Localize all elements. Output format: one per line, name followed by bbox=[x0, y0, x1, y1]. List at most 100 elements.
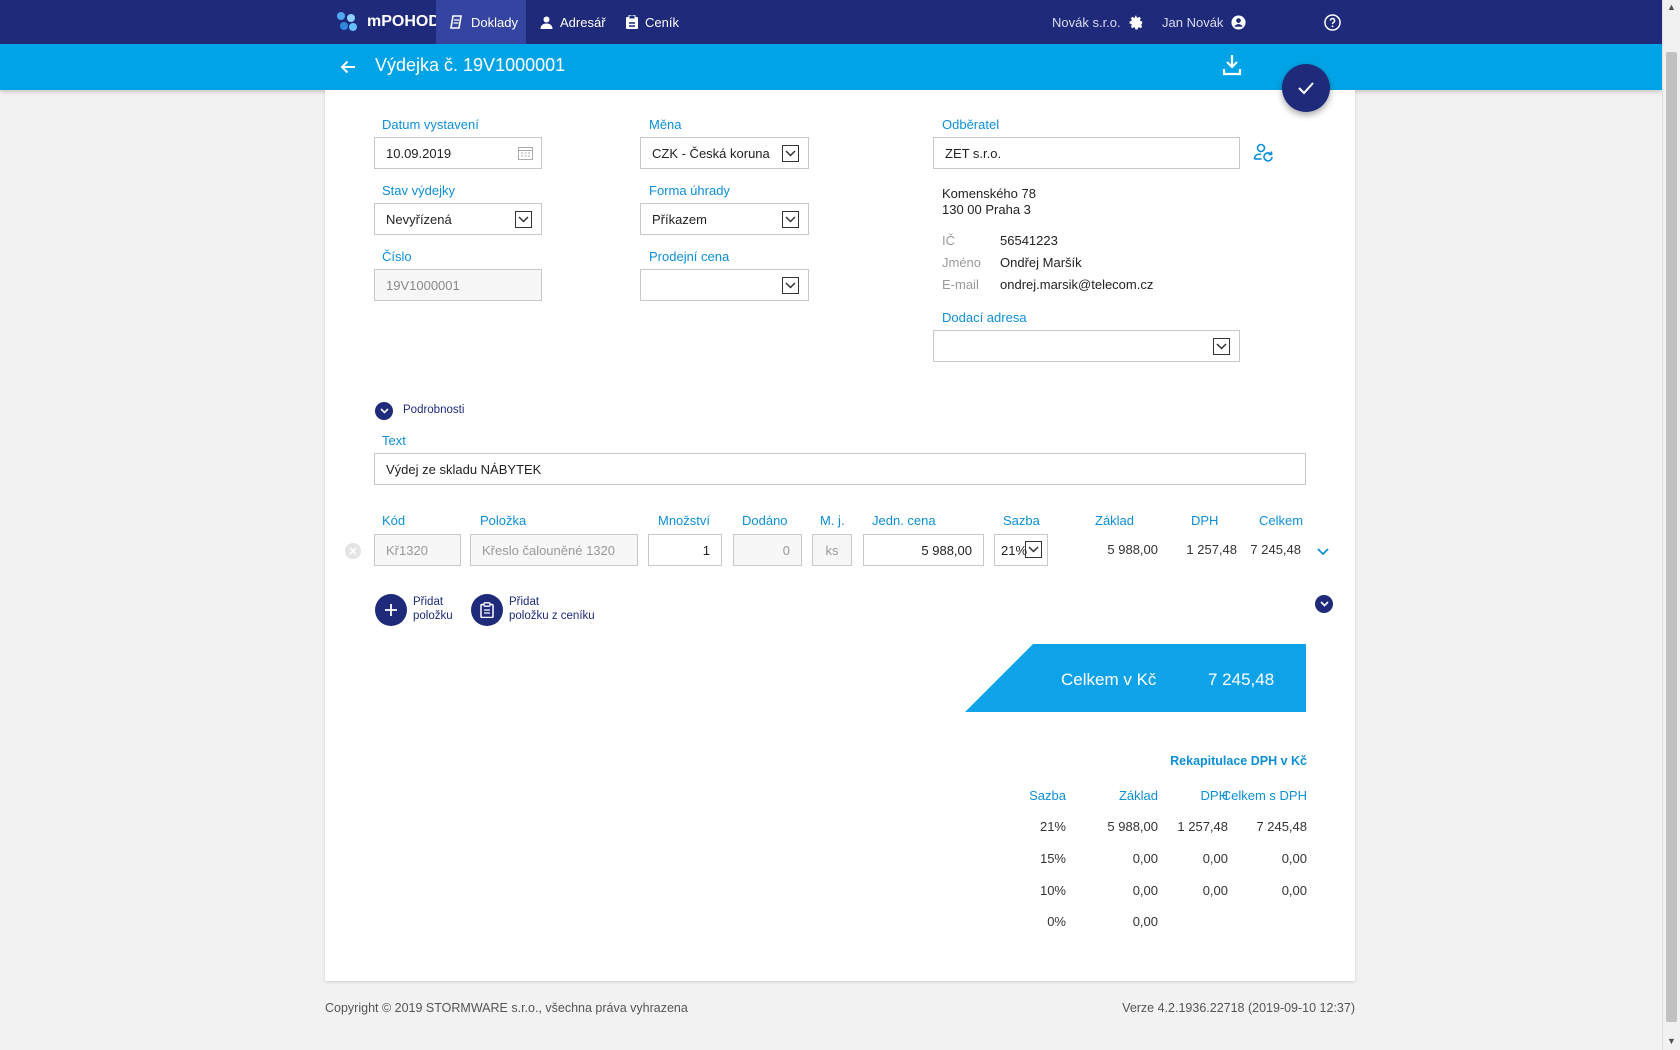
user-name: Jan Novák bbox=[1162, 14, 1224, 30]
mena-value: CZK - Česká koruna bbox=[652, 145, 770, 161]
stav-value: Nevyřízená bbox=[386, 211, 452, 227]
total-banner: Celkem v Kč 7 245,48 bbox=[965, 644, 1306, 712]
page-title: Výdejka č. 19V1000001 bbox=[375, 55, 566, 75]
scroll-up-icon[interactable]: ▲ bbox=[1667, 2, 1676, 12]
text-value: Výdej ze skladu NÁBYTEK bbox=[386, 461, 542, 477]
prodejni-label: Prodejní cena bbox=[649, 249, 730, 264]
item-mj: ks bbox=[812, 534, 852, 566]
total-label: Celkem v Kč bbox=[1061, 670, 1157, 689]
email-value: ondrej.marsik@telecom.cz bbox=[1000, 277, 1154, 292]
prodejni-cena-select[interactable] bbox=[640, 269, 809, 301]
footer-version: Verze 4.2.1936.22718 (2019-09-10 12:37) bbox=[1122, 1001, 1355, 1015]
datum-value: 10.09.2019 bbox=[386, 145, 452, 161]
add-from-pricelist-label[interactable]: Přidat položku z ceníku bbox=[509, 595, 595, 623]
check-icon bbox=[1298, 82, 1314, 95]
chevron-down-icon bbox=[1213, 338, 1230, 355]
account-circle-icon bbox=[1231, 14, 1246, 30]
jmeno-label: Jméno bbox=[942, 255, 982, 270]
item-kod: Kř1320 bbox=[374, 534, 461, 566]
confirm-fab-button[interactable] bbox=[1282, 64, 1330, 112]
jmeno-value: Ondřej Maršík bbox=[1000, 255, 1082, 270]
top-navigation-bar: mPOHODA Doklady Adresář Ceník Novák s.r.… bbox=[0, 0, 1662, 44]
clipboard-list-icon bbox=[480, 602, 494, 618]
company-name: Novák s.r.o. bbox=[1052, 14, 1121, 30]
text-label: Text bbox=[382, 433, 406, 448]
forma-uhrady-select[interactable]: Příkazem bbox=[640, 203, 809, 235]
company-switcher[interactable]: Novák s.r.o. bbox=[1052, 0, 1144, 44]
recap-celkem: 0,00 bbox=[1281, 851, 1307, 866]
podrobnosti-toggle[interactable] bbox=[375, 402, 393, 420]
odberatel-value: ZET s.r.o. bbox=[945, 145, 1002, 161]
col-jedn-cena: Jedn. cena bbox=[872, 513, 936, 528]
expand-row-chevron-icon[interactable] bbox=[1317, 548, 1329, 556]
col-kod: Kód bbox=[382, 513, 406, 528]
help-button[interactable] bbox=[1324, 0, 1341, 44]
text-input[interactable]: Výdej ze skladu NÁBYTEK bbox=[374, 453, 1306, 485]
scrollbar-thumb[interactable] bbox=[1666, 52, 1677, 1022]
user-menu[interactable]: Jan Novák bbox=[1162, 0, 1246, 44]
datum-vystaveni-input[interactable]: 10.09.2019 bbox=[374, 137, 542, 169]
collapse-all-toggle[interactable] bbox=[1315, 595, 1333, 613]
item-mnozstvi-input[interactable]: 1 bbox=[648, 534, 722, 566]
odberatel-input[interactable]: ZET s.r.o. bbox=[933, 137, 1240, 169]
odberatel-label: Odběratel bbox=[942, 117, 1000, 132]
recap-col-celkem: Celkem s DPH bbox=[1221, 788, 1307, 803]
recap-col-sazba: Sazba bbox=[1029, 788, 1066, 803]
chevron-down-icon bbox=[782, 145, 799, 162]
item-sazba-value: 21% bbox=[1001, 542, 1028, 558]
dodaci-adresa-select[interactable] bbox=[933, 330, 1240, 362]
col-mnozstvi: Množství bbox=[658, 513, 711, 528]
recap-sazba: 21% bbox=[1039, 819, 1066, 834]
person-icon bbox=[540, 16, 553, 29]
nav-cenik[interactable]: Ceník bbox=[626, 0, 679, 44]
stav-vydejky-select[interactable]: Nevyřízená bbox=[374, 203, 542, 235]
col-dodano: Dodáno bbox=[742, 513, 788, 528]
col-sazba: Sazba bbox=[1003, 513, 1040, 528]
add-price-line1: Přidat bbox=[509, 596, 540, 608]
cislo-input: 19V1000001 bbox=[374, 269, 542, 301]
help-icon bbox=[1324, 13, 1341, 31]
nav-adresar-label: Adresář bbox=[560, 14, 606, 30]
cislo-value: 19V1000001 bbox=[386, 277, 460, 293]
recap-sazba: 0% bbox=[1047, 914, 1066, 929]
add-item-button[interactable] bbox=[375, 594, 407, 626]
item-polozka: Křeslo čalouněné 1320 bbox=[470, 534, 638, 566]
vertical-scrollbar[interactable]: ▲ ▼ bbox=[1662, 0, 1680, 1050]
col-dph: DPH bbox=[1191, 513, 1219, 528]
nav-cenik-label: Ceník bbox=[645, 14, 679, 30]
mena-select[interactable]: CZK - Česká koruna bbox=[640, 137, 809, 169]
chevron-down-icon bbox=[379, 408, 389, 414]
recap-title: Rekapitulace DPH v Kč bbox=[1170, 754, 1307, 768]
item-jedn-cena-input[interactable]: 5 988,00 bbox=[863, 534, 984, 566]
add-item-label[interactable]: Přidat položku bbox=[413, 595, 453, 623]
add-from-pricelist-button[interactable] bbox=[471, 594, 503, 626]
podrobnosti-label[interactable]: Podrobnosti bbox=[403, 403, 464, 417]
clipboard-icon bbox=[626, 15, 638, 29]
chevron-down-icon bbox=[782, 211, 799, 228]
chevron-down-icon bbox=[782, 277, 799, 294]
remove-item-icon[interactable] bbox=[344, 542, 362, 560]
col-celkem: Celkem bbox=[1259, 513, 1304, 528]
recap-celkem: 7 245,48 bbox=[1256, 819, 1307, 834]
download-icon[interactable] bbox=[1222, 53, 1242, 77]
pohoda-logo-icon bbox=[337, 12, 359, 32]
chevron-down-icon bbox=[515, 211, 532, 228]
recap-col-zaklad: Základ bbox=[1118, 788, 1158, 803]
chevron-down-icon bbox=[1319, 601, 1329, 607]
documents-icon bbox=[450, 15, 462, 29]
change-customer-icon[interactable] bbox=[1253, 142, 1275, 164]
address-line-2: 130 00 Praha 3 bbox=[942, 202, 1031, 217]
add-item-line2: položku bbox=[413, 610, 453, 622]
recap-zaklad: 0,00 bbox=[1132, 914, 1158, 929]
nav-adresar[interactable]: Adresář bbox=[540, 0, 606, 44]
total-value: 7 245,48 bbox=[1208, 670, 1275, 689]
back-arrow-icon[interactable] bbox=[338, 57, 358, 77]
app-brand[interactable]: mPOHODA bbox=[337, 0, 451, 44]
forma-value: Příkazem bbox=[652, 211, 707, 227]
footer-copyright: Copyright © 2019 STORMWARE s.r.o., všech… bbox=[325, 1001, 688, 1015]
scroll-down-icon[interactable]: ▼ bbox=[1667, 1036, 1676, 1046]
calendar-icon[interactable] bbox=[518, 146, 533, 160]
nav-doklady[interactable]: Doklady bbox=[436, 0, 526, 44]
item-celkem: 7 245,48 bbox=[1250, 542, 1301, 557]
item-sazba-select[interactable]: 21% bbox=[994, 534, 1048, 566]
